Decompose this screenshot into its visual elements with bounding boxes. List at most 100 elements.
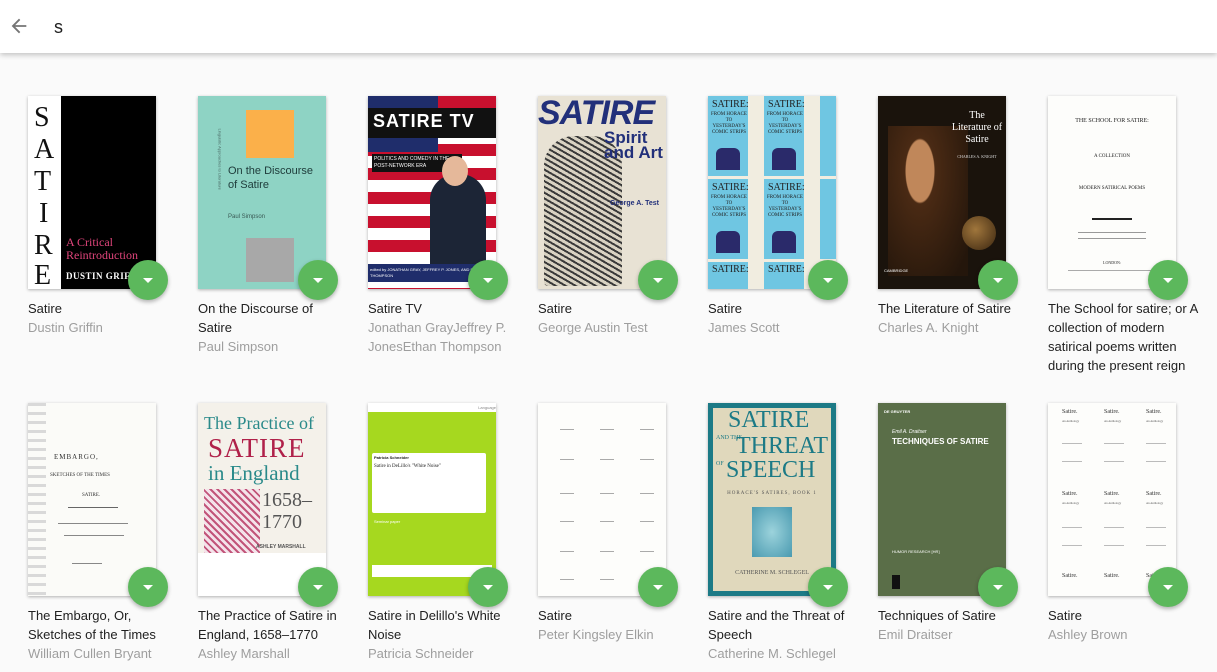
cover-tile: Satire. (1146, 409, 1162, 415)
cover-tile: Satire. (1104, 491, 1120, 497)
cover-title: The Practice of (204, 413, 314, 433)
book-cover[interactable]: Satire. Satire. Satire. Satire. Satire. … (1048, 403, 1176, 596)
book-author: Patricia Schneider (368, 646, 474, 661)
book-author: Ashley Marshall (198, 646, 290, 661)
cover-tile-title: SATIRE: (712, 182, 749, 193)
book-cover[interactable]: EMBARGO, SKETCHES OF THE TIMES SATIRE. (28, 403, 156, 596)
book-menu-button[interactable] (638, 260, 678, 300)
book-cover[interactable]: S A T I R E A Critical Reintroduction DU… (28, 96, 156, 289)
book-menu-button[interactable] (808, 260, 848, 300)
book-author: George Austin Test (538, 320, 648, 335)
cover-emblem (752, 507, 792, 557)
book-cover[interactable] (538, 403, 666, 596)
cover-tile-title: SATIRE: (712, 99, 749, 110)
book-author: Ashley Brown (1048, 627, 1128, 642)
book-cover[interactable]: Language Patricia Schneider Satire in De… (368, 403, 496, 596)
book-cover[interactable]: THE SCHOOL FOR SATIRE: A COLLECTION MODE… (1048, 96, 1176, 289)
book-title: The Embargo, Or, Sketches of the Times (28, 608, 156, 642)
book-author: Emil Draitser (878, 627, 953, 642)
cover-line: EMBARGO, (54, 453, 99, 461)
book-title: Satire (708, 301, 742, 316)
cover-tile-sub: An Anthology (1062, 419, 1080, 423)
book-cover[interactable]: SATIRE AND THE THREAT OF SPEECH HORACE'S… (708, 403, 836, 596)
cover-tile-sub: An Anthology (1104, 419, 1122, 423)
cover-figure-head (442, 156, 468, 186)
cover-tile-sub: An Anthology (1062, 501, 1080, 505)
book-menu-button[interactable] (1148, 567, 1188, 607)
cover-title: SATIRE TV (373, 111, 475, 131)
cover-publisher-label: Language (368, 403, 496, 412)
cover-tile-sub: An Anthology (1146, 419, 1164, 423)
cover-author: CHARLES A. KNIGHT (957, 154, 997, 159)
cover-tile-title: SATIRE: (712, 264, 749, 275)
cover-tile: Satire. (1062, 491, 1078, 497)
cover-spine-text: Linguistic Approaches to Literature (217, 128, 223, 190)
book-title: Satire and the Threat of Speech (708, 608, 845, 642)
book-menu-button[interactable] (1148, 260, 1188, 300)
cover-tile-subtitle: FROM HORACE TO YESTERDAY'S COMIC STRIPS (767, 112, 803, 135)
cover-title: in England (208, 461, 300, 485)
cover-painting (888, 126, 968, 276)
book-menu-button[interactable] (978, 567, 1018, 607)
book-author: Jonathan GrayJeffrey P. JonesEthan Thomp… (368, 320, 507, 354)
book-title: Satire (538, 608, 572, 623)
cover-subtitle: Satire in DeLillo's "White Noise" (374, 464, 441, 469)
book-menu-button[interactable] (978, 260, 1018, 300)
cover-tile: Satire. (1062, 573, 1078, 579)
book-author: James Scott (708, 320, 780, 335)
book-menu-button[interactable] (298, 567, 338, 607)
cover-title: OF (716, 461, 724, 467)
cover-author: Emil A. Draitser (892, 429, 927, 435)
cover-tile-title: SATIRE: (768, 99, 805, 110)
book-author: Catherine M. Schlegel (708, 646, 836, 661)
cover-tile: Satire. (1104, 409, 1120, 415)
cover-title: The Literature of Satire (951, 110, 1003, 145)
book-cover[interactable]: DE GRUYTER Emil A. Draitser TECHNIQUES O… (878, 403, 1006, 596)
cover-author: ASHLEY MARSHALL (256, 544, 306, 550)
cover-publisher: DE GRUYTER (884, 409, 911, 414)
book-cover[interactable]: SATIRE TV POLITICS AND COMEDY IN THE POS… (368, 96, 496, 289)
cover-tile-sub: An Anthology (1104, 501, 1122, 505)
book-menu-button[interactable] (468, 260, 508, 300)
cover-tile: Satire. (1146, 491, 1162, 497)
book-cover[interactable]: The Practice of SATIRE in England 1658– … (198, 403, 326, 596)
cover-author: Paul Simpson (228, 214, 266, 220)
book-author: Peter Kingsley Elkin (538, 627, 654, 642)
cover-letter: E (34, 260, 52, 289)
book-menu-button[interactable] (128, 567, 168, 607)
cover-title: SATIRE (728, 407, 810, 433)
cover-line: THE SCHOOL FOR SATIRE: (1075, 118, 1149, 124)
cover-title: SATIRE (208, 433, 306, 463)
book-cover[interactable]: The Literature of Satire CHARLES A. KNIG… (878, 96, 1006, 289)
cover-title: SPEECH (726, 457, 816, 483)
cover-letter: T (34, 166, 52, 197)
cover-title: THREAT (736, 433, 828, 459)
cover-line: SATIRE. (82, 493, 101, 498)
cover-tile-title: SATIRE: (768, 264, 805, 275)
cover-tile-subtitle: FROM HORACE TO YESTERDAY'S COMIC STRIPS (767, 195, 803, 218)
book-title: On the Discourse of Satire (198, 301, 313, 335)
cover-years: 1770 (262, 511, 302, 533)
book-title: The Practice of Satire in England, 1658–… (198, 608, 337, 642)
cover-tile-subtitle: FROM HORACE TO YESTERDAY'S COMIC STRIPS (711, 195, 747, 218)
cover-tile: Satire. (1062, 409, 1078, 415)
book-cover[interactable]: SATIRE: SATIRE: SATIRE: SATIRE: SATIRE: … (708, 96, 836, 289)
book-menu-button[interactable] (808, 567, 848, 607)
search-input[interactable] (54, 17, 654, 38)
cover-title: TECHNIQUES OF SATIRE (892, 437, 989, 446)
cover-title: On the Discourse of Satire (228, 165, 313, 191)
book-menu-button[interactable] (468, 567, 508, 607)
cover-series: HUMOR RESEARCH [HR] (892, 549, 940, 554)
book-menu-button[interactable] (638, 567, 678, 607)
back-arrow-icon[interactable] (8, 15, 30, 37)
book-title: Satire (28, 301, 62, 316)
book-menu-button[interactable] (298, 260, 338, 300)
cover-letter: R (34, 230, 53, 261)
book-author: Charles A. Knight (878, 320, 979, 335)
book-menu-button[interactable] (128, 260, 168, 300)
book-cover[interactable]: SATIRE Spirit and Art George A. Test (538, 96, 666, 289)
book-cover[interactable]: On the Discourse of Satire Paul Simpson … (198, 96, 326, 289)
cover-label: Seminar paper (374, 519, 401, 524)
cover-letter: S (34, 102, 50, 133)
cover-imprint: CAMBRIDGE (884, 268, 909, 273)
